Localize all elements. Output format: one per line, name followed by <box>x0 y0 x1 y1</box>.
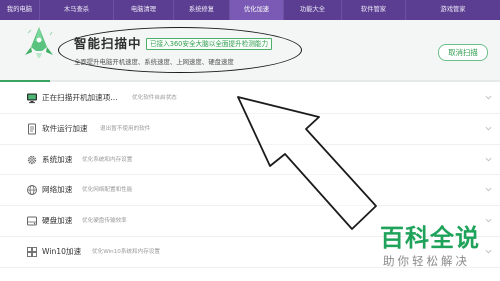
item-title: Win10加速 <box>42 246 82 256</box>
chevron-down-icon[interactable] <box>485 248 492 255</box>
gear-icon <box>27 155 37 164</box>
monitor-icon <box>27 93 37 104</box>
scan-title: 智能扫描中 <box>74 36 142 51</box>
item-desc: 优化硬盘传输效率 <box>82 218 127 225</box>
tab-trojan-scan[interactable]: 木马查杀 <box>40 0 114 20</box>
list-item-network[interactable]: 网络加速 优化网络配置和性能 <box>0 175 500 207</box>
chevron-down-icon[interactable] <box>485 156 492 163</box>
chevron-down-icon[interactable] <box>485 125 492 132</box>
top-nav: 我的电脑 木马查杀 电脑清理 系统修复 优化加速 功能大全 软件管家 游戏管家 <box>0 0 500 20</box>
document-icon <box>28 123 36 135</box>
windows-icon <box>27 247 37 257</box>
item-title: 网络加速 <box>42 185 73 195</box>
chevron-down-icon[interactable] <box>485 217 492 224</box>
scan-progress-fill <box>0 80 50 82</box>
tab-my-computer[interactable]: 我的电脑 <box>0 0 40 20</box>
item-desc: 优化Win10系统和内存设置 <box>92 248 160 255</box>
tab-features[interactable]: 功能大全 <box>284 0 342 20</box>
cancel-scan-button[interactable]: 取消扫描 <box>438 44 488 61</box>
scan-banner: 智能扫描中 已接入360安全大脑以全面提升检测能力 全面提升电脑开机速度、系统速… <box>0 20 500 82</box>
item-title: 系统加速 <box>42 154 73 164</box>
item-title: 软件运行加速 <box>42 123 88 133</box>
watermark-subtitle: 助你轻松解决 <box>383 254 470 268</box>
network-icon <box>27 185 37 196</box>
scan-progress-bar <box>0 80 500 82</box>
rocket-icon <box>25 27 53 58</box>
brain-badge: 已接入360安全大脑以全面提升检测能力 <box>146 38 273 50</box>
list-item-software[interactable]: 软件运行加速 退出暂不使用的软件 <box>0 114 500 145</box>
tab-cleanup[interactable]: 电脑清理 <box>114 0 174 20</box>
tab-system-repair[interactable]: 系统修复 <box>174 0 230 20</box>
tab-software-manager[interactable]: 软件管家 <box>342 0 406 20</box>
item-desc: 退出暂不使用的软件 <box>100 125 151 132</box>
list-item-system[interactable]: 系统加速 优化系统和内存设置 <box>0 145 500 176</box>
chevron-down-icon[interactable] <box>485 186 492 193</box>
item-title: 正在扫描开机加速项... <box>42 93 118 102</box>
scan-subtitle: 全面提升电脑开机速度、系统速度、上网速度、硬盘速度 <box>74 58 234 66</box>
tab-optimize-speedup[interactable]: 优化加速 <box>230 0 284 20</box>
item-desc: 优化网络配置和性能 <box>82 187 133 194</box>
item-desc: 优化系统和内存设置 <box>82 156 133 163</box>
item-title: 硬盘加速 <box>42 216 73 226</box>
chevron-down-icon[interactable] <box>485 94 492 101</box>
list-item-startup[interactable]: 正在扫描开机加速项... 优化软件自启状态 <box>0 83 500 114</box>
item-desc: 优化软件自启状态 <box>132 95 177 101</box>
tab-game-manager[interactable]: 游戏管家 <box>406 0 500 20</box>
disk-icon <box>27 216 37 226</box>
watermark-title: 百科全说 <box>380 224 480 252</box>
